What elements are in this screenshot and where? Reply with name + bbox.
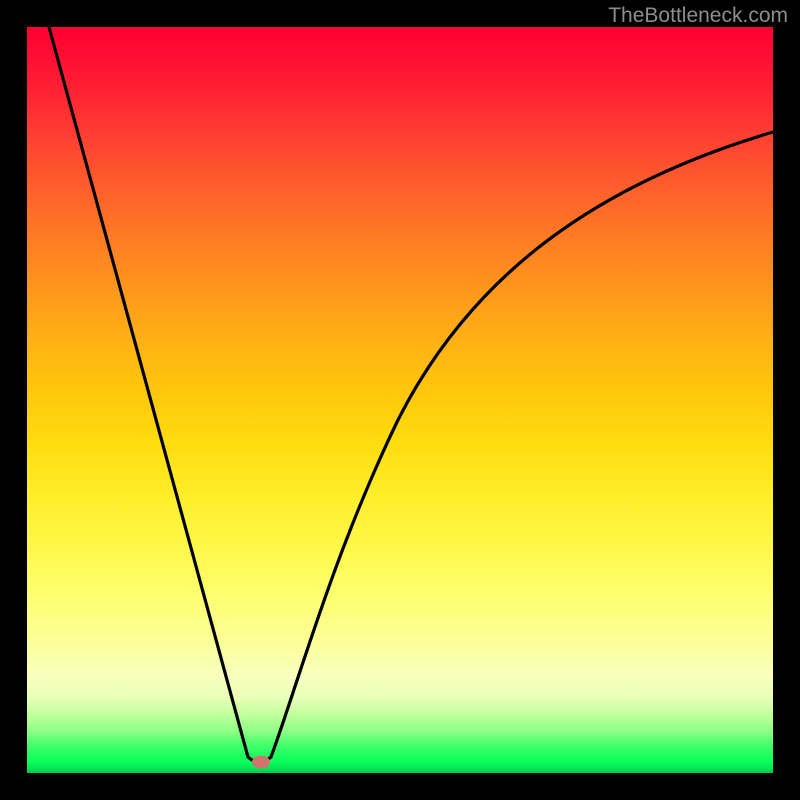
attribution-text: TheBottleneck.com: [608, 4, 788, 28]
plot-area: [27, 27, 773, 773]
bottleneck-curve: [49, 27, 773, 762]
chart-svg: [27, 27, 773, 773]
optimum-marker: [252, 756, 270, 769]
